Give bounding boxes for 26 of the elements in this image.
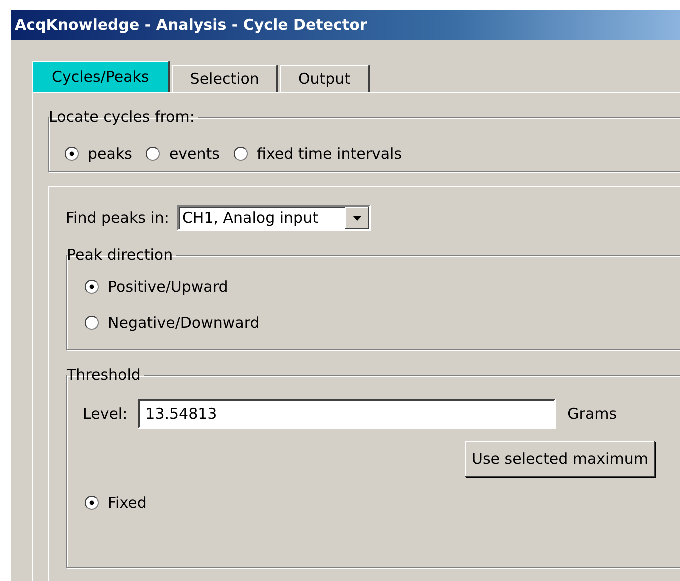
tab[interactable]: Output (280, 65, 370, 92)
radio-label[interactable]: peaks (88, 145, 132, 163)
field-label: Find peaks in: (66, 209, 170, 227)
radio-button[interactable] (85, 316, 99, 330)
radio-button[interactable] (65, 147, 79, 161)
radio-label[interactable]: Fixed (108, 494, 147, 512)
group-title: Peak direction (67, 246, 174, 264)
group-title: Threshold (67, 366, 142, 384)
unit-label: Grams (568, 405, 618, 423)
radio-button[interactable] (146, 147, 160, 161)
tab[interactable]: Cycles/Peaks (32, 61, 170, 92)
field-label: Level: (83, 405, 128, 423)
radio-label[interactable]: fixed time intervals (257, 145, 402, 163)
tab[interactable]: Selection (172, 65, 278, 92)
dropdown-arrow-icon[interactable] (352, 216, 362, 220)
window-title: AcqKnowledge - Analysis - Cycle Detector (11, 10, 680, 40)
level-field[interactable]: 13.54813 (138, 399, 556, 429)
dropdown[interactable]: CH1, Analog input (177, 205, 372, 231)
radio-label[interactable]: Negative/Downward (108, 314, 260, 332)
use-maximum-button[interactable]: Use selected maximum (465, 441, 656, 477)
radio-button[interactable] (85, 496, 99, 510)
radio-button[interactable] (85, 280, 99, 294)
radio-button[interactable] (234, 147, 248, 161)
radio-label[interactable]: events (169, 145, 220, 163)
radio-label[interactable]: Positive/Upward (108, 278, 228, 296)
group-title: Locate cycles from: (49, 108, 196, 126)
